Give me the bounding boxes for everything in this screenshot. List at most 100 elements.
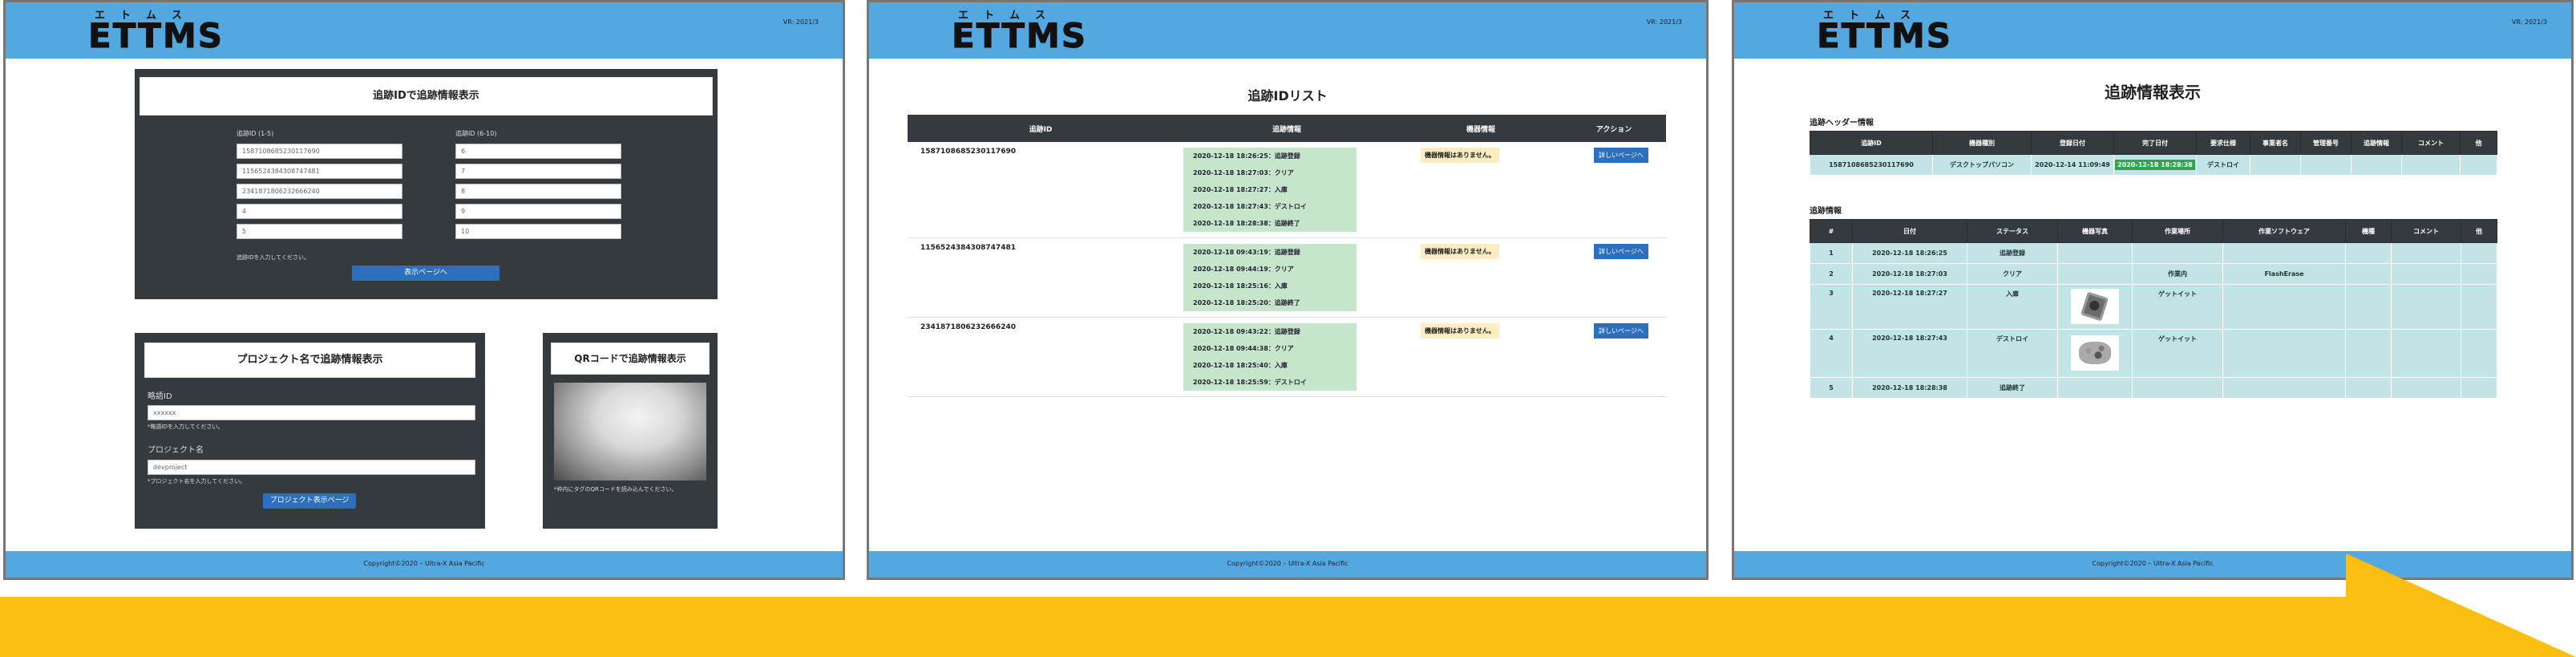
detail-button[interactable]: 詳しいページへ: [1594, 148, 1648, 163]
app-logo[interactable]: エトムス ETTMS: [952, 10, 1087, 53]
col-header-device: 機器情報: [1400, 115, 1562, 142]
table-row: 5 2020-12-18 18:28:38 追跡終了: [1810, 377, 2497, 399]
row-software: [2222, 242, 2346, 264]
header-device-type: デスクトップパソコン: [1932, 154, 2032, 176]
device-photo-thumbnail[interactable]: [2071, 288, 2119, 324]
project-name-input[interactable]: devproject: [148, 460, 475, 475]
row-photo: [2057, 263, 2133, 285]
id-hint: 追跡IDを入力してください。: [237, 254, 310, 261]
detail-button[interactable]: 詳しいページへ: [1594, 323, 1648, 339]
header-requirement: デストロイ: [2196, 154, 2250, 176]
col-header-action: アクション: [1562, 115, 1666, 142]
col-header: 要求仕様: [2196, 131, 2250, 155]
row-date: 2020-12-18 18:27:43: [1852, 329, 1967, 378]
history-cell: 2020-12-18 09:43:22：追跡登録 2020-12-18 09:4…: [1174, 317, 1400, 397]
col-header: 追跡情報: [2351, 131, 2402, 155]
company-id-input[interactable]: xxxxxx: [148, 405, 475, 420]
col-header: 日付: [1852, 219, 1967, 243]
history-cell: 2020-12-18 18:26:25：追跡登録 2020-12-18 18:2…: [1174, 142, 1400, 238]
header-section-title: 追跡ヘッダー情報: [1810, 119, 1874, 128]
app-header: エトムス ETTMS VR: 2021/3: [1734, 2, 2571, 59]
header-tracking-id: 1587108685230117690: [1810, 154, 1933, 176]
project-page-button[interactable]: プロジェクト表示ページ: [263, 493, 356, 509]
history-list: 2020-12-18 09:43:19：追跡登録 2020-12-18 09:4…: [1183, 244, 1357, 311]
col-header: 追跡ID: [1810, 131, 1933, 155]
col-header: 他: [2460, 131, 2497, 155]
no-device-badge: 機器情報はありません。: [1421, 244, 1499, 259]
app-logo[interactable]: エトムス ETTMS: [88, 10, 224, 53]
row-model: [2345, 329, 2392, 378]
history-item: 2020-12-18 18:25:20：追跡終了: [1193, 299, 1300, 306]
col-header: 作業ソフトウェア: [2222, 219, 2346, 243]
history-cell: 2020-12-18 09:43:19：追跡登録 2020-12-18 09:4…: [1174, 237, 1400, 318]
screen-search: エトムス ETTMS VR: 2021/3 追跡IDで追跡情報表示 追跡ID (1…: [3, 0, 845, 580]
company-id-hint: *略語IDを入力してください。: [148, 424, 224, 430]
version-label: VR: 2021/3: [1646, 18, 1682, 26]
id-input-10[interactable]: 10: [455, 224, 621, 239]
id-input-8[interactable]: 8: [455, 184, 621, 199]
qr-camera-view[interactable]: [554, 383, 706, 481]
row-number: 5: [1810, 377, 1853, 399]
history-item: 2020-12-18 18:25:59：デストロイ: [1193, 379, 1307, 386]
row-comment: [2391, 284, 2461, 330]
row-status: クリア: [1967, 263, 2058, 285]
project-search-title: プロジェクト名で追跡情報表示: [144, 343, 475, 378]
detail-button[interactable]: 詳しいページへ: [1594, 244, 1648, 259]
device-cell: 機器情報はありません。: [1400, 317, 1562, 397]
history-item: 2020-12-18 18:25:16：入庫: [1193, 282, 1288, 290]
action-cell: 詳しいページへ: [1562, 142, 1666, 238]
id-input-4[interactable]: 4: [237, 204, 402, 219]
table-row: 4 2020-12-18 18:27:43 デストロイ ゲットイット: [1810, 329, 2497, 378]
row-other: [2461, 263, 2497, 285]
id-input-3[interactable]: 2341871806232666240: [237, 184, 402, 199]
copyright-text: Copyright©2020 – Ultra-X Asia Pacific: [1227, 560, 1349, 567]
col-header: 管理番号: [2300, 131, 2352, 155]
app-footer: Copyright©2020 – Ultra-X Asia Pacific: [869, 551, 1706, 578]
row-photo: [2057, 329, 2133, 378]
tracking-id: 2341871806232666240: [908, 317, 1174, 397]
row-date: 2020-12-18 18:26:25: [1852, 242, 1967, 264]
qr-search-title: QRコードで追跡情報表示: [551, 343, 710, 375]
id-input-5[interactable]: 5: [237, 224, 402, 239]
device-photo-thumbnail[interactable]: [2071, 335, 2119, 371]
history-item: 2020-12-18 18:28:38：追跡終了: [1193, 220, 1300, 227]
id-input-6[interactable]: 6: [455, 144, 621, 159]
app-logo[interactable]: エトムス ETTMS: [1817, 10, 1952, 53]
col-header: ステータス: [1967, 219, 2058, 243]
no-device-badge: 機器情報はありません。: [1421, 148, 1499, 163]
row-photo: [2057, 284, 2133, 330]
version-label: VR: 2021/3: [2511, 18, 2547, 26]
col-header: コメント: [2391, 219, 2461, 243]
header-empty: [2460, 154, 2497, 176]
flow-arrow-head: [2346, 554, 2576, 657]
row-status: 追跡登録: [1967, 242, 2058, 264]
screen-tracking-detail: エトムス ETTMS VR: 2021/3 追跡情報表示 追跡ヘッダー情報 追跡I…: [1732, 0, 2574, 580]
header-info-table: 追跡ID 機器種別 登録日付 完了日付 要求仕様 事業者名 管理番号 追跡情報 …: [1810, 131, 2497, 176]
row-model: [2345, 377, 2392, 399]
col-header: 完了日付: [2113, 131, 2197, 155]
col-header: 登録日付: [2031, 131, 2114, 155]
row-software: FlashErase: [2222, 263, 2346, 285]
id-input-2[interactable]: 1156524384308747481: [237, 164, 402, 179]
project-name-label: プロジェクト名: [148, 446, 204, 455]
row-comment: [2391, 377, 2461, 399]
id-input-7[interactable]: 7: [455, 164, 621, 179]
id-search-card: 追跡IDで追跡情報表示 追跡ID (1-5) 追跡ID (6-10) 15871…: [135, 69, 718, 299]
row-location: ゲットイット: [2132, 284, 2223, 330]
app-footer: Copyright©2020 – Ultra-X Asia Pacific: [6, 551, 843, 578]
id-input-9[interactable]: 9: [455, 204, 621, 219]
id-input-1[interactable]: 1587108685230117690: [237, 144, 402, 159]
row-other: [2461, 284, 2497, 330]
id-col1-label: 追跡ID (1-5): [237, 130, 274, 137]
row-model: [2345, 242, 2392, 264]
page-title: 追跡情報表示: [2105, 83, 2201, 102]
row-comment: [2391, 242, 2461, 264]
header-empty: [2401, 154, 2461, 176]
version-label: VR: 2021/3: [783, 18, 819, 26]
shredded-drive-icon: [2079, 341, 2111, 364]
row-location: ゲットイット: [2132, 329, 2223, 378]
app-header: エトムス ETTMS VR: 2021/3: [6, 2, 843, 59]
history-item: 2020-12-18 18:27:03：クリア: [1193, 169, 1294, 176]
show-page-button[interactable]: 表示ページへ: [352, 266, 499, 281]
completed-badge: 2020-12-18 18:28:38: [2115, 160, 2195, 170]
